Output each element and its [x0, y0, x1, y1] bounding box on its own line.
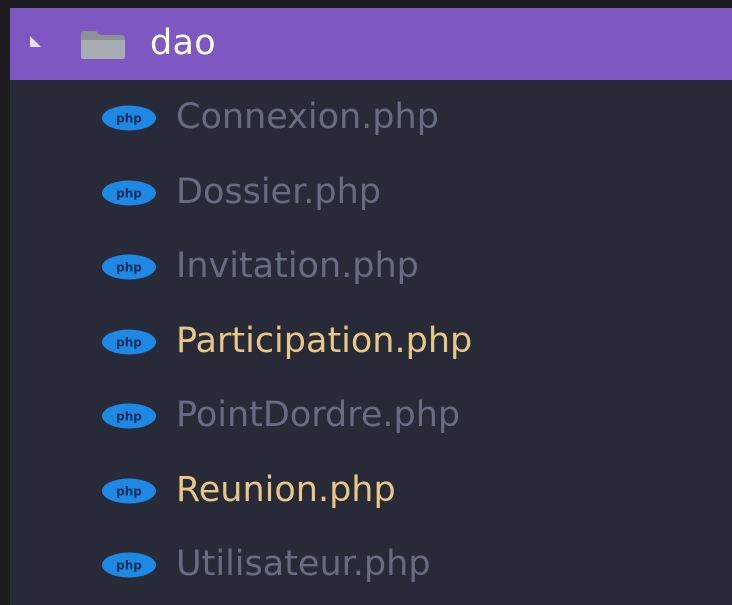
file-name: Connexion.php: [176, 97, 439, 137]
php-file-icon: php: [102, 105, 156, 131]
php-file-icon: php: [102, 478, 156, 503]
svg-text:php: php: [116, 484, 142, 498]
file-name: Utilisateur.php: [176, 544, 431, 584]
php-file-icon: php: [102, 254, 156, 280]
window-frame: dao php Connexion.php php Dossier.php ph…: [0, 0, 732, 605]
file-name: Reunion.php: [176, 469, 396, 510]
file-name: Participation.php: [176, 320, 473, 361]
caret-down-icon[interactable]: [30, 36, 41, 47]
svg-text:php: php: [116, 261, 142, 275]
php-file-icon: php: [102, 403, 156, 429]
file-row-utilisateur[interactable]: php Utilisateur.php: [10, 527, 732, 602]
file-row-pointdordre[interactable]: php PointDordre.php: [10, 378, 732, 453]
php-file-icon: php: [102, 180, 156, 205]
folder-row-dao[interactable]: dao: [10, 8, 732, 80]
file-row-connexion[interactable]: php Connexion.php: [10, 80, 732, 155]
file-row-invitation[interactable]: php Invitation.php: [10, 229, 732, 304]
file-row-participation[interactable]: php Participation.php: [10, 304, 732, 379]
file-list: php Connexion.php php Dossier.php php In…: [10, 80, 732, 602]
svg-text:php: php: [116, 410, 142, 424]
svg-text:php: php: [116, 335, 142, 349]
svg-text:php: php: [116, 186, 142, 200]
svg-text:php: php: [116, 112, 142, 126]
file-name: PointDordre.php: [176, 395, 461, 435]
file-row-dossier[interactable]: php Dossier.php: [10, 155, 732, 230]
php-file-icon: php: [102, 329, 156, 354]
file-explorer-panel: dao php Connexion.php php Dossier.php ph…: [10, 8, 732, 605]
svg-text:php: php: [116, 559, 142, 573]
folder-name: dao: [150, 23, 216, 63]
file-name: Invitation.php: [176, 246, 419, 286]
folder-icon: [81, 31, 125, 59]
file-row-reunion[interactable]: php Reunion.php: [10, 453, 732, 528]
file-name: Dossier.php: [176, 171, 382, 212]
php-file-icon: php: [102, 552, 156, 578]
